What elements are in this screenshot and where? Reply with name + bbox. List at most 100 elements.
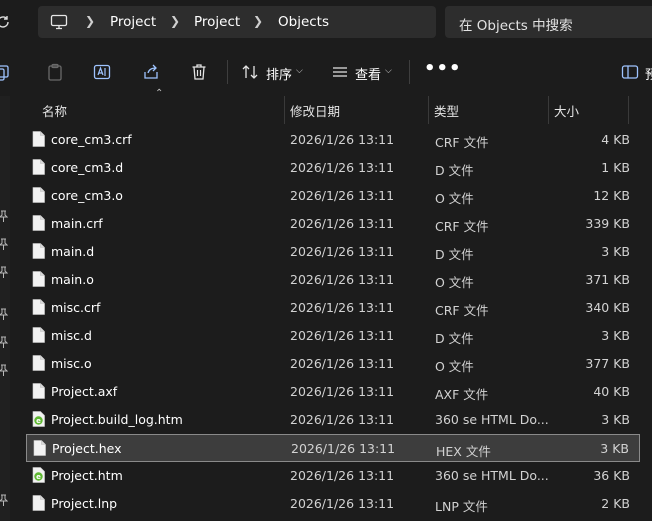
file-type: D 文件: [435, 163, 474, 178]
preview-button[interactable]: 预: [645, 64, 652, 83]
file-type: CRF 文件: [435, 135, 489, 150]
file-row[interactable]: e Project.htm 2026/1/26 13:11 360 se HTM…: [26, 462, 640, 490]
pin-icon[interactable]: [0, 238, 8, 250]
file-row[interactable]: core_cm3.o 2026/1/26 13:11 O 文件 12 KB: [26, 182, 640, 210]
file-name: misc.o: [51, 356, 92, 371]
file-icon: [32, 215, 45, 231]
paste-icon[interactable]: [45, 62, 65, 82]
column-divider[interactable]: [428, 96, 429, 124]
column-header-type[interactable]: 类型: [434, 101, 459, 120]
sort-icon[interactable]: [240, 62, 260, 82]
view-button[interactable]: 查看: [355, 64, 381, 83]
column-header-date[interactable]: 修改日期: [290, 101, 340, 120]
file-icon: [32, 243, 45, 259]
file-date-modified: 2026/1/26 13:11: [291, 441, 396, 456]
search-placeholder: 在 Objects 中搜索: [459, 18, 573, 34]
file-name: core_cm3.crf: [51, 132, 132, 147]
refresh-icon[interactable]: [0, 13, 12, 31]
file-size: 339 KB: [585, 216, 630, 231]
file-size: 340 KB: [585, 300, 630, 315]
file-row[interactable]: misc.o 2026/1/26 13:11 O 文件 377 KB: [26, 350, 640, 378]
svg-text:e: e: [36, 417, 41, 425]
breadcrumb-item-project[interactable]: Project: [110, 14, 156, 30]
file-icon: [32, 187, 45, 203]
file-type: O 文件: [435, 275, 474, 290]
rename-icon[interactable]: [92, 62, 112, 82]
file-row[interactable]: misc.d 2026/1/26 13:11 D 文件 3 KB: [26, 322, 640, 350]
file-type: LNP 文件: [435, 499, 488, 514]
svg-text:e: e: [36, 473, 41, 481]
this-pc-icon[interactable]: [50, 14, 68, 30]
chevron-down-icon: ⌵: [385, 66, 392, 76]
file-row[interactable]: Project.hex 2026/1/26 13:11 HEX 文件 3 KB: [26, 434, 640, 462]
file-row[interactable]: main.o 2026/1/26 13:11 O 文件 371 KB: [26, 266, 640, 294]
file-row[interactable]: core_cm3.crf 2026/1/26 13:11 CRF 文件 4 KB: [26, 126, 640, 154]
file-date-modified: 2026/1/26 13:11: [290, 384, 395, 399]
command-bar: 排序 ⌵ 查看 ⌵ •••: [0, 48, 652, 96]
file-list[interactable]: ⌃ 名称 修改日期 类型 大小 core_cm3.crf 2026/1/26 1…: [10, 88, 652, 521]
file-date-modified: 2026/1/26 13:11: [290, 300, 395, 315]
file-row[interactable]: main.crf 2026/1/26 13:11 CRF 文件 339 KB: [26, 210, 640, 238]
copy-icon[interactable]: [0, 62, 12, 82]
pin-icon[interactable]: [0, 266, 8, 278]
pin-icon[interactable]: [0, 364, 8, 376]
file-size: 2 KB: [601, 496, 630, 511]
file-row[interactable]: main.d 2026/1/26 13:11 D 文件 3 KB: [26, 238, 640, 266]
breadcrumb-item-project-2[interactable]: Project: [194, 14, 240, 30]
chevron-right-icon: ❯: [170, 14, 181, 28]
pin-icon[interactable]: [0, 308, 8, 320]
file-name: Project.lnp: [51, 496, 118, 511]
file-size: 3 KB: [601, 244, 630, 259]
file-row[interactable]: e Project.build_log.htm 2026/1/26 13:11 …: [26, 406, 640, 434]
file-name: core_cm3.o: [51, 188, 123, 203]
pin-icon[interactable]: [0, 494, 8, 506]
file-size: 4 KB: [601, 132, 630, 147]
file-row[interactable]: core_cm3.d 2026/1/26 13:11 D 文件 1 KB: [26, 154, 640, 182]
file-name: core_cm3.d: [51, 160, 124, 175]
column-divider[interactable]: [284, 96, 285, 124]
file-type: 360 se HTML Do...: [435, 468, 549, 483]
file-size: 1 KB: [601, 160, 630, 175]
more-options-icon[interactable]: •••: [424, 58, 462, 79]
file-date-modified: 2026/1/26 13:11: [290, 328, 395, 343]
file-name: main.d: [51, 244, 95, 259]
file-row[interactable]: misc.crf 2026/1/26 13:11 CRF 文件 340 KB: [26, 294, 640, 322]
chevron-right-icon: ❯: [253, 14, 264, 28]
breadcrumb[interactable]: ❯ Project ❯ Project ❯ Objects: [38, 6, 436, 38]
toolbar-divider: [227, 60, 228, 84]
sort-ascending-icon: ⌃: [155, 88, 164, 99]
chevron-down-icon: ⌵: [296, 66, 303, 76]
share-icon[interactable]: [141, 62, 161, 82]
file-date-modified: 2026/1/26 13:11: [290, 356, 395, 371]
file-row[interactable]: Project.axf 2026/1/26 13:11 AXF 文件 40 KB: [26, 378, 640, 406]
file-name: main.o: [51, 272, 94, 287]
file-size: 40 KB: [593, 384, 630, 399]
file-icon: [32, 495, 45, 511]
breadcrumb-item-objects[interactable]: Objects: [278, 14, 329, 30]
file-type: CRF 文件: [435, 219, 489, 234]
file-size: 3 KB: [601, 328, 630, 343]
file-size: 3 KB: [600, 441, 629, 456]
file-date-modified: 2026/1/26 13:11: [290, 272, 395, 287]
search-input[interactable]: 在 Objects 中搜索: [445, 6, 652, 38]
file-date-modified: 2026/1/26 13:11: [290, 244, 395, 259]
sort-button[interactable]: 排序: [266, 64, 292, 83]
column-header-name[interactable]: 名称: [42, 101, 67, 120]
address-bar: ❯ Project ❯ Project ❯ Objects 在 Objects …: [0, 0, 652, 45]
delete-icon[interactable]: [189, 62, 209, 82]
file-name: main.crf: [51, 216, 103, 231]
preview-pane-icon[interactable]: [621, 64, 639, 80]
column-divider[interactable]: [548, 96, 549, 124]
pin-icon[interactable]: [0, 336, 8, 348]
view-icon[interactable]: [330, 62, 350, 82]
file-type: AXF 文件: [435, 387, 489, 402]
column-header-size[interactable]: 大小: [554, 101, 579, 120]
file-type: HEX 文件: [436, 444, 491, 459]
column-header-row: ⌃ 名称 修改日期 类型 大小: [10, 88, 652, 124]
navigation-pane[interactable]: [0, 96, 10, 521]
column-divider[interactable]: [628, 96, 629, 124]
toolbar-divider: [409, 60, 410, 84]
file-row[interactable]: Project.lnp 2026/1/26 13:11 LNP 文件 2 KB: [26, 490, 640, 518]
pin-icon[interactable]: [0, 210, 8, 222]
file-icon: [32, 159, 45, 175]
